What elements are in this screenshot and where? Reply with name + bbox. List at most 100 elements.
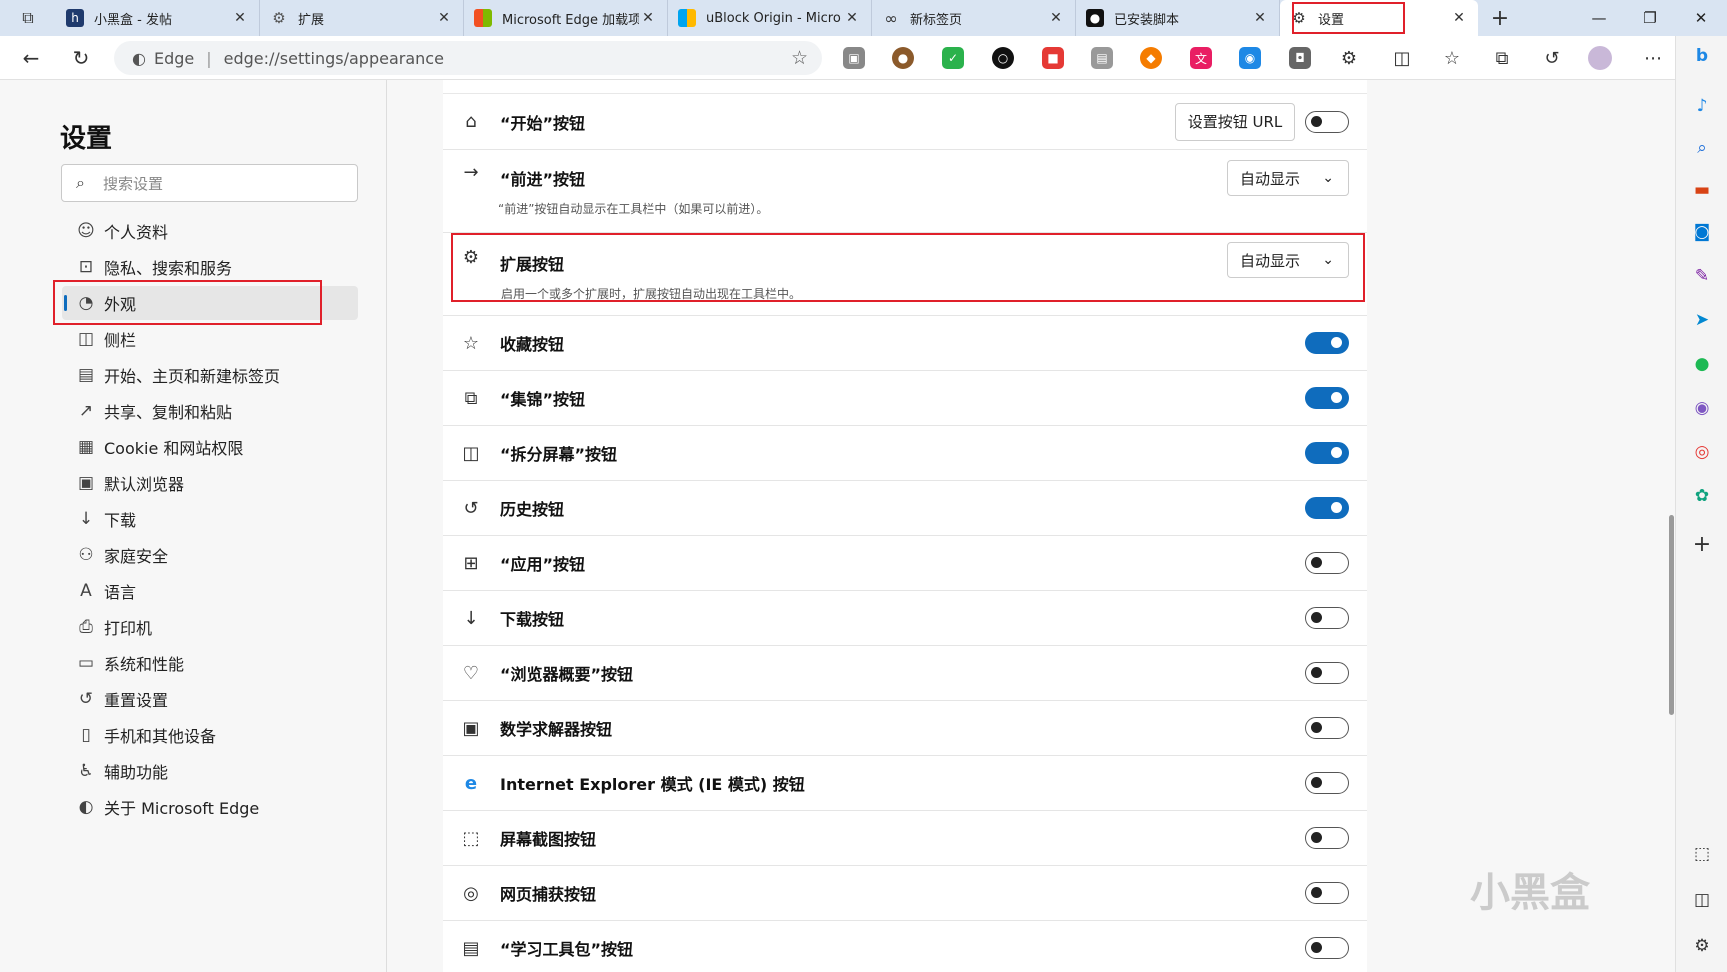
collections-icon[interactable]: ⧉ [1487,43,1517,73]
spotify-icon[interactable]: ● [1688,350,1716,378]
setting-label: Internet Explorer 模式 (IE 模式) 按钮 [500,775,805,794]
chrome-icon[interactable]: ◎ [1688,438,1716,466]
chatgpt-icon[interactable]: ✿ [1688,482,1716,510]
extensions-icon[interactable]: ⚙ [1334,43,1364,73]
cookie-icon: ▦ [77,437,95,457]
printer-icon: ⎙ [79,617,93,637]
telegram-icon[interactable]: ➤ [1688,306,1716,334]
sidebar-item-privacy[interactable]: ⊡ 隐私、搜索和服务 [62,250,358,284]
close-icon[interactable]: ✕ [435,10,453,26]
new-tab-button[interactable]: + [1478,0,1522,36]
tab-edge-addons[interactable]: Microsoft Edge 加载项 ✕ [464,0,668,36]
browser-essentials-toggle[interactable] [1305,662,1349,684]
window-close-button[interactable]: ✕ [1677,0,1725,36]
search-icon[interactable]: ⌕ [1688,134,1716,162]
web-capture-icon: ◎ [463,882,479,904]
family-icon: ⚇ [78,545,94,565]
extension-icon[interactable]: ◆ [1140,47,1162,69]
button-label: 设置按钮 URL [1187,113,1283,131]
home-button-toggle[interactable] [1305,110,1349,133]
cookie-icon[interactable]: ● [892,47,914,69]
web-capture-toggle[interactable] [1305,882,1349,904]
extension-icon[interactable]: ■ [1042,47,1064,69]
avatar[interactable] [1588,46,1612,70]
search-extension-icon[interactable]: ◉ [1239,47,1261,69]
back-icon[interactable]: ← [14,42,48,74]
ie-mode-toggle[interactable] [1305,772,1349,794]
bing-icon[interactable]: b [1688,42,1716,70]
toggle-row: ↺ 历史按钮 [443,481,1367,536]
close-icon[interactable]: ✕ [1251,10,1269,26]
history-icon[interactable]: ↺ [1537,43,1567,73]
apps-button-toggle[interactable] [1305,552,1349,574]
tab-ublock[interactable]: uBlock Origin - Micro ✕ [668,0,872,36]
sidebar-icon[interactable]: ◫ [1688,886,1716,914]
close-icon[interactable]: ✕ [1047,10,1065,26]
close-icon[interactable]: ✕ [639,10,657,26]
toggle-row: ⧉ “集锦”按钮 [443,371,1367,426]
sidebar-item-start-home[interactable]: ▤ 开始、主页和新建标签页 [62,358,358,392]
workspaces-icon[interactable]: ⧉ [0,0,56,36]
scrollbar[interactable] [1669,515,1674,715]
minimize-button[interactable]: — [1575,0,1623,36]
gear-icon[interactable]: ⚙ [1688,932,1716,960]
infinity-icon: ∞ [884,8,898,28]
screenshot-icon[interactable]: ⬚ [1688,840,1716,868]
address-bar[interactable]: ◐ Edge | edge://settings/appearance ☆ [114,41,822,75]
screenshot-button-toggle[interactable] [1305,827,1349,849]
sidebar-item-sidebar[interactable]: ◫ 侧栏 [62,322,358,356]
favorites-button-toggle[interactable] [1305,332,1349,354]
reader-icon[interactable]: ▤ [1091,47,1113,69]
setting-label: 数学求解器按钮 [500,720,613,739]
translate-icon[interactable]: 文 [1190,47,1212,69]
shield-icon[interactable]: ◘ [1289,47,1311,69]
download-button-toggle[interactable] [1305,607,1349,629]
set-button-url-button[interactable]: 设置按钮 URL [1175,102,1295,141]
sidebar-item-accessibility[interactable]: ♿ 辅助功能 [62,754,358,788]
split-screen-icon[interactable]: ◫ [1387,43,1417,73]
history-button-toggle[interactable] [1305,497,1349,519]
sidebar-item-reset[interactable]: ↺ 重置设置 [62,682,358,716]
sidebar-item-label: 关于 Microsoft Edge [104,799,260,818]
search-input[interactable]: ⌕ 搜索设置 [61,164,358,202]
sidebar-item-downloads[interactable]: ↓ 下载 [62,502,358,536]
sidebar-item-family[interactable]: ⚇ 家庭安全 [62,538,358,572]
close-icon[interactable]: ✕ [843,10,861,26]
tab-installed-scripts[interactable]: ● 已安装脚本 ✕ [1076,0,1280,36]
close-icon[interactable]: ✕ [1450,10,1468,26]
sidebar-item-about[interactable]: ◐ 关于 Microsoft Edge [62,790,358,824]
more-icon[interactable]: ⋯ [1638,43,1668,73]
add-icon[interactable]: + [1688,530,1716,558]
site-label: Edge [153,48,195,68]
sidebar-item-profile[interactable]: ☺ 个人资料 [62,214,358,248]
forward-button-dropdown[interactable]: 自动显示 ⌄ [1227,160,1349,196]
favorite-star-icon[interactable]: ☆ [791,47,808,69]
sidebar-item-cookies[interactable]: ▦ Cookie 和网站权限 [62,430,358,464]
refresh-icon[interactable]: ↻ [64,42,98,74]
collections-button-toggle[interactable] [1305,387,1349,409]
ublock-icon[interactable]: ○ [992,47,1014,69]
sidebar-item-printer[interactable]: ⎙ 打印机 [62,610,358,644]
tab-new-tab[interactable]: ∞ 新标签页 ✕ [872,0,1076,36]
shield-icon[interactable]: ✓ [942,47,964,69]
tab-extensions[interactable]: ⚙ 扩展 ✕ [260,0,464,36]
favorites-icon[interactable]: ☆ [1437,43,1467,73]
messenger-icon[interactable]: ◉ [1688,394,1716,422]
tab-title: uBlock Origin - Micro [706,10,841,26]
toolbox-icon[interactable]: ▬ [1688,176,1716,204]
split-screen-button-toggle[interactable] [1305,442,1349,464]
designer-icon[interactable]: ✎ [1688,262,1716,290]
sidebar-item-default-browser[interactable]: ▣ 默认浏览器 [62,466,358,500]
sidebar-item-system[interactable]: ▭ 系统和性能 [62,646,358,680]
sidebar-item-share[interactable]: ↗ 共享、复制和粘贴 [62,394,358,428]
extension-icon[interactable]: ▣ [843,47,865,69]
outlook-icon[interactable]: ◙ [1688,218,1716,246]
restore-button[interactable]: ❐ [1626,0,1674,36]
sidebar-item-language[interactable]: A 语言 [62,574,358,608]
sidebar-item-phone[interactable]: ▯ 手机和其他设备 [62,718,358,752]
close-icon[interactable]: ✕ [231,10,249,26]
bell-icon[interactable]: ♪ [1688,92,1716,120]
math-solver-toggle[interactable] [1305,717,1349,739]
learning-toolkit-toggle[interactable] [1305,937,1349,959]
tab-heybox[interactable]: h 小黑盒 - 发帖 ✕ [56,0,260,36]
